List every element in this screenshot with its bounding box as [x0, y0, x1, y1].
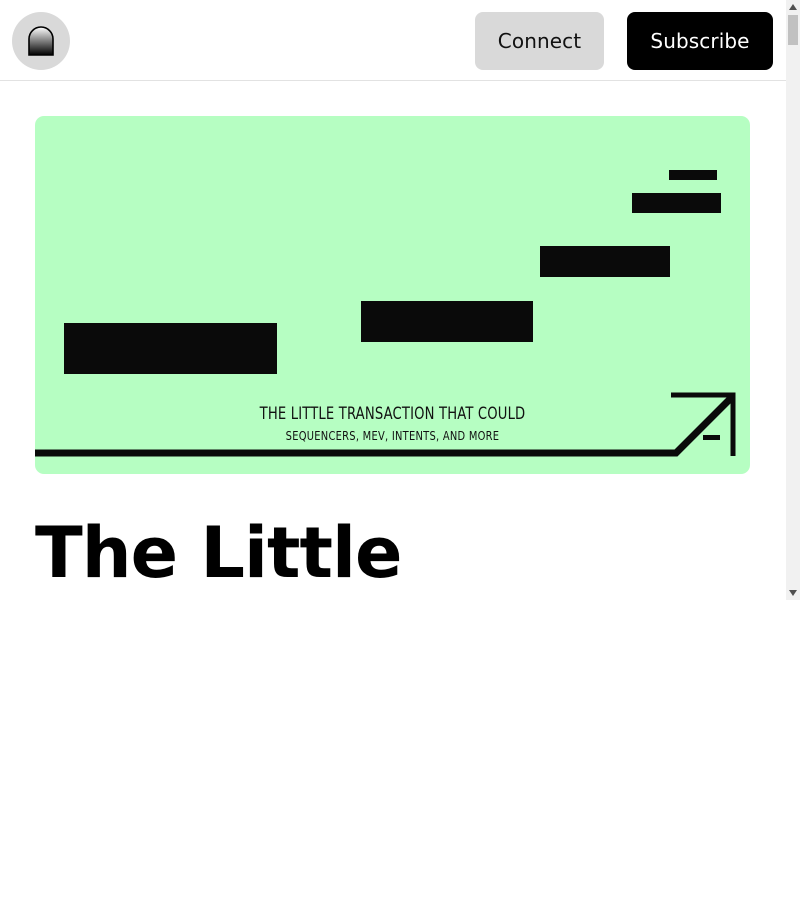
browser-viewport: Connect Subscribe THE LITTLE TRANSACTION… — [0, 0, 786, 600]
scroll-down-arrow-icon[interactable] — [786, 586, 800, 600]
top-navigation-bar: Connect Subscribe — [0, 0, 786, 81]
hero-block-2 — [361, 301, 533, 342]
hero-block-4 — [632, 193, 721, 213]
publication-logo-button[interactable] — [12, 12, 70, 70]
connect-button[interactable]: Connect — [475, 12, 604, 70]
scroll-up-arrow-icon[interactable] — [786, 0, 800, 14]
hero-block-5 — [669, 170, 717, 180]
article-title: The Little — [35, 512, 402, 594]
hero-subtitle-text: SEQUENCERS, MEV, INTENTS, AND MORE — [285, 428, 500, 443]
arch-logo-icon — [28, 26, 54, 56]
vertical-scrollbar[interactable] — [786, 0, 800, 600]
hero-banner-image: THE LITTLE TRANSACTION THAT COULD SEQUEN… — [35, 116, 750, 474]
hero-title-text: THE LITTLE TRANSACTION THAT COULD — [259, 404, 526, 424]
scrollbar-thumb[interactable] — [788, 15, 798, 45]
subscribe-button[interactable]: Subscribe — [627, 12, 773, 70]
hero-block-1 — [64, 323, 277, 374]
hero-block-3 — [540, 246, 670, 277]
